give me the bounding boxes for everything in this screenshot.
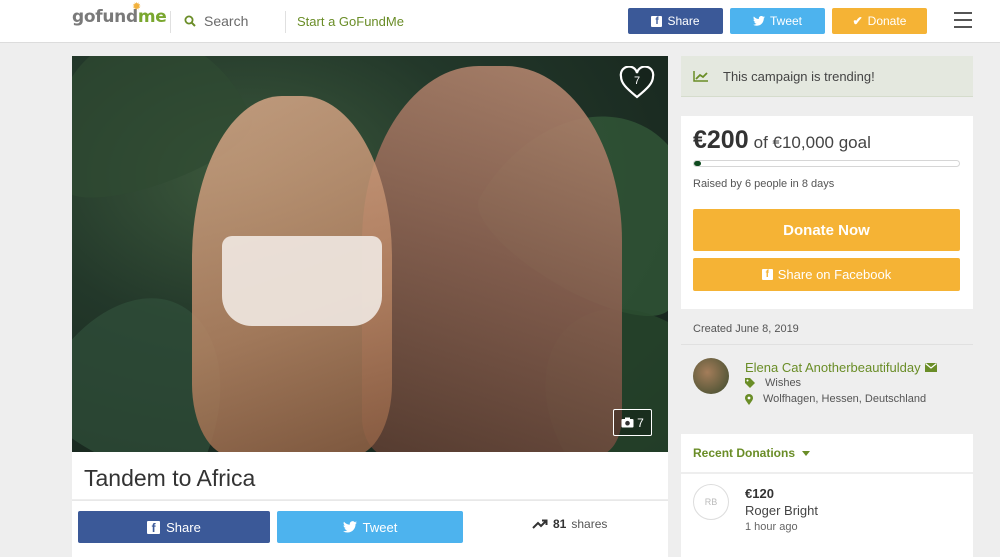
header-divider: [285, 11, 286, 33]
donation-amount: €120: [745, 486, 774, 501]
header-tweet-button[interactable]: Tweet: [730, 8, 825, 34]
share-label: Share: [166, 519, 201, 535]
organizer-category-label: Wishes: [765, 377, 802, 389]
donor-name: Roger Bright: [745, 503, 818, 518]
recent-donations-label: Recent Donations: [693, 446, 796, 460]
tweet-label: Tweet: [362, 519, 398, 535]
header-donate-label: Donate: [867, 14, 907, 28]
donate-now-button[interactable]: Donate Now: [693, 209, 960, 251]
shares-label: shares: [571, 517, 608, 531]
campaign-title-box: Tandem to Africa: [72, 452, 668, 499]
chart-icon: [693, 71, 708, 82]
logo-text-me: me: [137, 7, 167, 27]
share-count: 81 shares: [532, 517, 607, 531]
header-donate-button[interactable]: ✔ Donate: [832, 8, 927, 34]
raised-summary: €200 of €10,000 goal: [693, 126, 871, 155]
recent-donations-title: Recent Donations: [693, 446, 811, 460]
recent-donations-header[interactable]: Recent Donations: [681, 434, 973, 472]
share-on-facebook-button[interactable]: f Share on Facebook: [693, 258, 960, 291]
trending-arrow-icon: [532, 519, 548, 529]
raised-amount: €200: [693, 126, 749, 154]
tweet-button[interactable]: Tweet: [277, 511, 463, 543]
donation-time: 1 hour ago: [745, 521, 798, 533]
twitter-icon: [342, 521, 357, 533]
donation-list-item: RB €120 Roger Bright 1 hour ago: [681, 474, 973, 557]
donation-card: €200 of €10,000 goal Raised by 6 people …: [681, 116, 973, 309]
logo-text-go: go: [72, 7, 96, 27]
header-share-label: Share: [667, 14, 700, 28]
organizer-category: Wishes: [745, 377, 801, 389]
shares-number: 81: [553, 517, 567, 531]
camera-icon: [621, 417, 634, 428]
organizer-name: Elena Cat Anotherbeautifulday: [745, 360, 921, 375]
heart-button[interactable]: 7: [618, 65, 656, 100]
header-divider: [170, 11, 171, 33]
photo-count-label: 7: [637, 415, 644, 430]
search-label: Search: [204, 13, 249, 29]
facebook-icon: f: [147, 520, 161, 535]
check-icon: ✔: [852, 14, 863, 28]
logo-sun-icon: ✹: [132, 0, 141, 13]
start-gofundme-link[interactable]: Start a GoFundMe: [297, 14, 404, 29]
tag-icon: [745, 378, 755, 388]
share-on-facebook-label: Share on Facebook: [777, 267, 892, 282]
heart-count: 7: [633, 75, 641, 87]
created-date: Created June 8, 2019: [693, 323, 799, 335]
caret-down-icon: [802, 450, 811, 456]
photo-figure-man: [362, 66, 622, 452]
location-pin-icon: [745, 393, 753, 405]
campaign-photo[interactable]: 7 7: [72, 56, 668, 452]
organizer-location-label: Wolfhagen, Hessen, Deutschland: [763, 393, 927, 405]
progress-bar: [693, 160, 960, 167]
search-icon: [184, 15, 196, 27]
header-tweet-label: Tweet: [769, 14, 802, 28]
goal-text: of €10,000 goal: [753, 133, 871, 152]
twitter-icon: [752, 16, 765, 26]
hamburger-menu-icon[interactable]: [954, 12, 972, 28]
progress-fill: [694, 161, 701, 166]
gofundme-logo[interactable]: gofundme ✹: [72, 0, 167, 27]
header-share-button[interactable]: f Share: [628, 8, 723, 34]
trending-text: This campaign is trending!: [723, 68, 875, 84]
organizer-name-link[interactable]: Elena Cat Anotherbeautifulday: [745, 360, 937, 375]
share-facebook-button[interactable]: f Share: [78, 511, 270, 543]
facebook-icon: f: [651, 15, 663, 27]
raised-by-text: Raised by 6 people in 8 days: [693, 178, 835, 190]
search-link[interactable]: Search: [184, 13, 248, 29]
organizer-divider: [681, 344, 973, 345]
trending-banner: This campaign is trending!: [681, 56, 973, 97]
organizer-avatar[interactable]: [693, 358, 729, 394]
envelope-icon[interactable]: [924, 363, 937, 372]
top-header: gofundme ✹ Search Start a GoFundMe f Sha…: [0, 0, 1000, 43]
share-bar: f Share Tweet 81 shares: [72, 500, 668, 557]
campaign-title: Tandem to Africa: [84, 465, 256, 491]
photo-clothing: [222, 236, 382, 326]
photo-gallery-button[interactable]: 7: [613, 409, 652, 436]
facebook-icon: f: [761, 269, 773, 280]
organizer-location: Wolfhagen, Hessen, Deutschland: [745, 393, 926, 405]
donor-avatar: RB: [693, 484, 729, 520]
